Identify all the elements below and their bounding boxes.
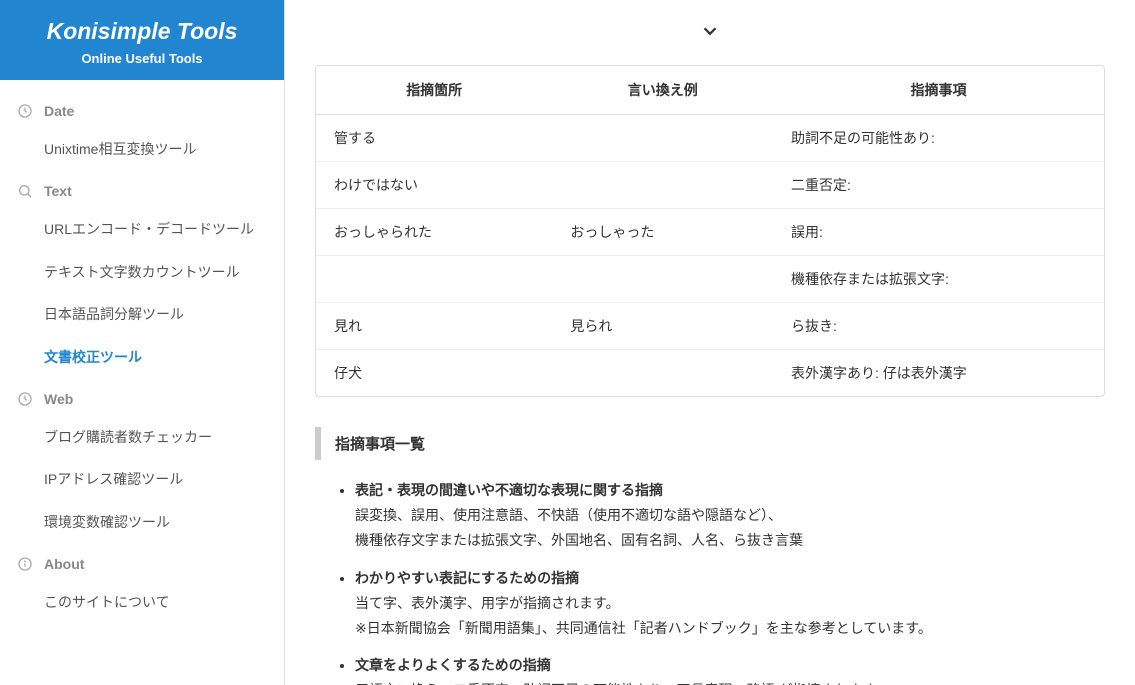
list-item-title: 表記・表現の間違いや不適切な表現に関する指摘 (355, 478, 1105, 503)
table-row: 機種依存または拡張文字: (316, 256, 1104, 303)
nav-heading-label: Web (44, 391, 73, 407)
app-subtitle: Online Useful Tools (20, 51, 264, 66)
table-row: 仔犬 表外漢字あり: 仔は表外漢字 (316, 350, 1104, 397)
sidebar-item[interactable]: テキスト文字数カウントツール (0, 251, 284, 293)
app-title: Konisimple Tools (20, 18, 264, 45)
cell-suggestion: 見られ (552, 303, 773, 350)
main-content: 指摘箇所 言い換え例 指摘事項 管する 助詞不足の可能性あり: わけではない 二重否定… (285, 0, 1135, 685)
cell-suggestion (552, 162, 773, 209)
nav-heading-about: About (0, 543, 284, 581)
col-suggestion: 言い換え例 (552, 66, 773, 115)
list-item-desc: 誤変換、誤用、使用注意語、不快語（使用不適切な語や隠語など）、 機種依存文字また… (355, 503, 1105, 553)
sidebar-nav: Date Unixtime相互変換ツール Text URLエンコード・デコードツールテ… (0, 80, 284, 634)
cell-spot: おっしゃられた (316, 209, 552, 256)
table-row: おっしゃられたおっしゃった誤用: (316, 209, 1104, 256)
cell-spot: わけではない (316, 162, 552, 209)
nav-heading-date: Date (0, 90, 284, 128)
cell-note: ら抜き: (773, 303, 1104, 350)
list-item-desc: 用語言い換え、二重否定、助詞不足の可能性あり、冗長表現、略語 が指摘されます。 (355, 678, 1105, 685)
sidebar-header[interactable]: Konisimple Tools Online Useful Tools (0, 0, 284, 80)
results-table-wrap: 指摘箇所 言い換え例 指摘事項 管する 助詞不足の可能性あり: わけではない 二重否定… (315, 65, 1105, 397)
cell-note: 表外漢字あり: 仔は表外漢字 (773, 350, 1104, 397)
list-item: わかりやすい表記にするための指摘当て字、表外漢字、用字が指摘されます。 ※日本新… (355, 566, 1105, 642)
list-item-title: 文章をよりよくするための指摘 (355, 653, 1105, 678)
list-item-title: わかりやすい表記にするための指摘 (355, 566, 1105, 591)
cell-suggestion (552, 256, 773, 303)
sidebar-item[interactable]: このサイトについて (0, 581, 284, 623)
nav-heading-label: Text (44, 183, 72, 199)
nav-heading-web: Web (0, 378, 284, 416)
sidebar-item[interactable]: 環境変数確認ツール (0, 501, 284, 543)
sidebar-item[interactable]: URLエンコード・デコードツール (0, 208, 284, 250)
list-item-desc: 当て字、表外漢字、用字が指摘されます。 ※日本新聞協会「新聞用語集」、共同通信社… (355, 591, 1105, 641)
table-row: 見れ見られら抜き: (316, 303, 1104, 350)
clock-icon (16, 390, 34, 408)
sidebar: Konisimple Tools Online Useful Tools Dat… (0, 0, 285, 685)
cell-spot (316, 256, 552, 303)
table-row: わけではない 二重否定: (316, 162, 1104, 209)
col-spot: 指摘箇所 (316, 66, 552, 115)
section-heading: 指摘事項一覧 (315, 427, 1105, 460)
sidebar-item[interactable]: 文書校正ツール (0, 336, 284, 378)
info-icon (16, 555, 34, 573)
results-table: 指摘箇所 言い換え例 指摘事項 管する 助詞不足の可能性あり: わけではない 二重否定… (316, 66, 1104, 396)
cell-note: 機種依存または拡張文字: (773, 256, 1104, 303)
cell-note: 助詞不足の可能性あり: (773, 115, 1104, 162)
nav-heading-label: Date (44, 103, 74, 119)
sidebar-item[interactable]: 日本語品詞分解ツール (0, 293, 284, 335)
cell-suggestion (552, 115, 773, 162)
list-item: 表記・表現の間違いや不適切な表現に関する指摘誤変換、誤用、使用注意語、不快語（使… (355, 478, 1105, 554)
col-note: 指摘事項 (773, 66, 1104, 115)
search-icon (16, 182, 34, 200)
info-list: 表記・表現の間違いや不適切な表現に関する指摘誤変換、誤用、使用注意語、不快語（使… (315, 478, 1105, 685)
cell-note: 二重否定: (773, 162, 1104, 209)
nav-heading-label: About (44, 556, 84, 572)
cell-suggestion: おっしゃった (552, 209, 773, 256)
clock-icon (16, 102, 34, 120)
table-row: 管する 助詞不足の可能性あり: (316, 115, 1104, 162)
cell-spot: 見れ (316, 303, 552, 350)
chevron-down-icon (699, 29, 721, 45)
cell-note: 誤用: (773, 209, 1104, 256)
cell-spot: 仔犬 (316, 350, 552, 397)
cell-spot: 管する (316, 115, 552, 162)
sidebar-item[interactable]: Unixtime相互変換ツール (0, 128, 284, 170)
cell-suggestion (552, 350, 773, 397)
list-item: 文章をよりよくするための指摘用語言い換え、二重否定、助詞不足の可能性あり、冗長表… (355, 653, 1105, 685)
sidebar-item[interactable]: IPアドレス確認ツール (0, 458, 284, 500)
collapse-toggle[interactable] (315, 20, 1105, 45)
nav-heading-text: Text (0, 170, 284, 208)
sidebar-item[interactable]: ブログ購読者数チェッカー (0, 416, 284, 458)
